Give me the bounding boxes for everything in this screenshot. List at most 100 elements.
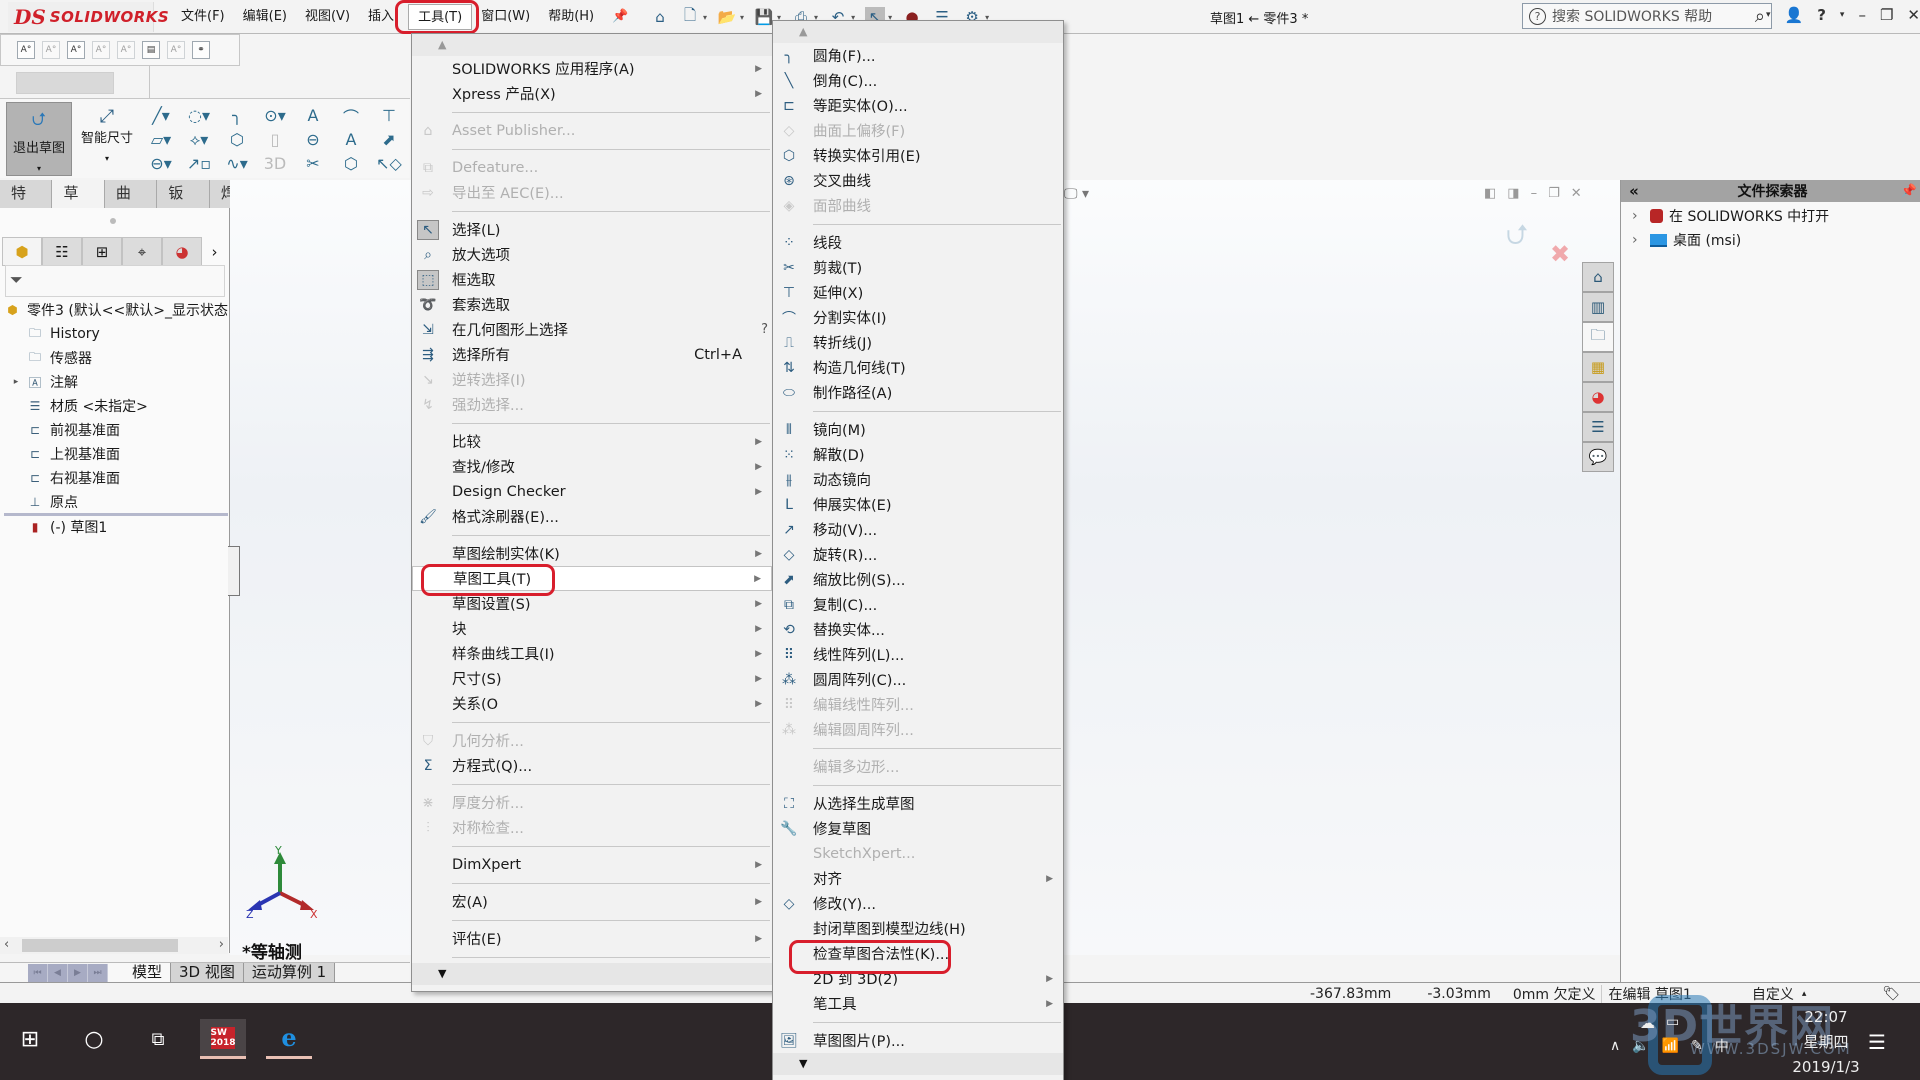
plane-icon[interactable]: ▯ <box>259 128 291 151</box>
scale-entities-icon[interactable]: ⬈ <box>373 128 405 151</box>
polygon-spline-icon[interactable]: ⟡▾ <box>183 128 215 151</box>
menu-scroll-up-icon[interactable]: ▲ <box>412 34 772 56</box>
tree-root-part[interactable]: ⬢ 零件3 (默认<<默认>_显示状态 <box>0 298 228 322</box>
solidworks-logo[interactable]: DS SOLIDWORKS <box>8 2 169 32</box>
layer-dropdown[interactable] <box>16 72 114 94</box>
view-palette-icon[interactable]: ▦ <box>1582 352 1614 382</box>
menu-item-item-25[interactable]: 块 ▶ <box>412 616 772 641</box>
design-library-icon[interactable]: ▥ <box>1582 292 1614 322</box>
panel-collapse-handle[interactable] <box>228 546 240 596</box>
featuremanager-tree-icon[interactable]: ⬢ <box>2 237 42 266</box>
menu-window[interactable]: 窗口(W) <box>472 4 539 30</box>
list-item[interactable]: › 桌面 (msi) <box>1632 228 1829 252</box>
prev-tab-icon[interactable]: ◀ <box>48 963 68 982</box>
menu-item-sketch-picture[interactable]: 🖼 草图图片(P)... <box>773 1028 1063 1053</box>
display-style-icon[interactable]: 🖵 ▾ <box>1064 186 1089 202</box>
chevron-down-icon[interactable]: ▾ <box>7 164 71 173</box>
chevron-down-icon[interactable]: ▾ <box>76 154 138 163</box>
menu-item-item-0[interactable]: SOLIDWORKS 应用程序(A) ▶ <box>412 56 772 81</box>
menu-scroll-up-icon[interactable]: ▲ <box>773 21 1063 43</box>
chevron-up-icon[interactable]: ∧ <box>1610 1038 1620 1054</box>
menu-item-lasso-select[interactable]: ➰ 套索选取 <box>412 292 772 317</box>
text-icon[interactable]: A <box>297 104 329 127</box>
collapse-panel-icon[interactable]: « <box>1621 182 1647 200</box>
text-outline-icon[interactable]: A <box>335 128 367 151</box>
menu-item-edit-circular-pattern[interactable]: ⁂ 编辑圆周阵列... <box>773 717 1063 742</box>
menu-item-trim[interactable]: ✂ 剪裁(T) <box>773 255 1063 280</box>
menu-item-item-1[interactable]: Xpress 产品(X) ▶ <box>412 81 772 106</box>
menu-item-construction-geometry[interactable]: ⇅ 构造几何线(T) <box>773 355 1063 380</box>
scroll-left-icon[interactable]: ‹ <box>4 937 9 952</box>
menu-item-modify-sketch[interactable]: ◇ 修改(Y)... <box>773 891 1063 916</box>
menu-item-stretch-entities[interactable]: L 伸展实体(E) <box>773 492 1063 517</box>
scroll-right-icon[interactable]: › <box>219 937 224 952</box>
network-icon[interactable]: 📶 <box>1662 1038 1679 1054</box>
tab-surfaces[interactable]: 曲面 <box>104 180 158 228</box>
tab-sketch[interactable]: 草图 <box>52 180 105 228</box>
menu-item-replace-entity[interactable]: ⟲ 替换实体... <box>773 617 1063 642</box>
sketch-fillet-icon[interactable]: ╮ <box>221 104 253 127</box>
taskbar-app-edge[interactable]: e <box>266 1019 312 1059</box>
tree-node-front-plane[interactable]: ⊏ 前视基准面 <box>0 418 228 442</box>
menu-item-format-painter[interactable]: 🖌 格式涂刷器(E)... <box>412 504 772 529</box>
help-search-field[interactable]: ? 搜索 SOLIDWORKS 帮助 ⌕ <box>1522 3 1772 29</box>
home-icon[interactable]: ⌂ <box>650 7 670 27</box>
tree-node-right-plane[interactable]: ⊏ 右视基准面 <box>0 466 228 490</box>
next-tab-icon[interactable]: ▶ <box>68 963 88 982</box>
ellipse-icon[interactable]: ⊙▾ <box>259 104 291 127</box>
menu-item-make-path[interactable]: ⬭ 制作路径(A) <box>773 380 1063 405</box>
cortana-search-icon[interactable]: ○ <box>72 1015 116 1063</box>
viewport-next-icon[interactable]: ◨ <box>1507 186 1519 201</box>
chevron-down-icon[interactable]: ▾ <box>703 13 707 22</box>
menu-item-item-28[interactable]: 关系(O ▶ <box>412 691 772 716</box>
move-entities-icon[interactable]: ↗▫ <box>183 152 215 175</box>
menu-tools[interactable]: 工具(T) <box>408 4 473 30</box>
tree-node-history[interactable]: 🗀 History <box>0 322 228 346</box>
menu-item-mirror[interactable]: ⫴ 镜向(M) <box>773 417 1063 442</box>
menu-scroll-down-icon[interactable]: ▼ <box>773 1053 1063 1075</box>
menu-scroll-down-icon[interactable]: ▼ <box>412 963 772 985</box>
property-manager-icon[interactable]: ☷ <box>42 237 82 266</box>
battery-icon[interactable]: ▭ <box>1666 1014 1679 1030</box>
ime-indicator[interactable]: 中 <box>1715 1036 1729 1056</box>
menu-item-offset-on-surface[interactable]: ◇ 曲面上偏移(F) <box>773 118 1063 143</box>
expand-caret-icon[interactable]: ▸ <box>10 377 22 387</box>
taskbar-clock[interactable]: 22:07 星期四 2019/1/3 <box>1776 1005 1876 1080</box>
save-notes-icon[interactable]: ▤ <box>142 41 160 59</box>
help-question-icon[interactable]: ? <box>761 322 768 337</box>
dimxpert-manager-icon[interactable]: ⌖ <box>122 237 162 266</box>
menu-item-item-38[interactable]: 检查草图合法性(K)... <box>773 941 1063 966</box>
menu-item-extend[interactable]: ⊤ 延伸(X) <box>773 280 1063 305</box>
chevron-down-icon[interactable]: ▾ <box>1840 10 1845 20</box>
convert-entities-icon[interactable]: ⬡ <box>335 152 367 175</box>
menu-item-face-curves[interactable]: ◈ 面部曲线 <box>773 193 1063 218</box>
tree-node-sensors[interactable]: 🗀 传感器 <box>0 346 228 370</box>
menu-help[interactable]: 帮助(H) <box>539 4 603 30</box>
menu-item-item-37[interactable]: 封闭草图到模型边线(H) <box>773 916 1063 941</box>
menu-item-jog-line[interactable]: ⎍ 转折线(J) <box>773 330 1063 355</box>
restore-icon[interactable]: ❐ <box>1880 6 1893 24</box>
menu-item-geometry-analysis[interactable]: ⛉ 几何分析... <box>412 728 772 753</box>
menu-item-repair-sketch[interactable]: 🔧 修复草图 <box>773 816 1063 841</box>
menu-item-item-24[interactable]: 草图设置(S) ▶ <box>412 591 772 616</box>
menu-item-sketch-fillet[interactable]: ╮ 圆角(F)... <box>773 43 1063 68</box>
solidworks-resources-icon[interactable]: ⌂ <box>1582 262 1614 292</box>
menu-edit[interactable]: 编辑(E) <box>234 4 296 30</box>
rollback-bar[interactable] <box>4 513 228 516</box>
tab-3d-views[interactable]: 3D 视图 <box>171 962 244 983</box>
menu-item-explode[interactable]: ⁙ 解散(D) <box>773 442 1063 467</box>
trim-icon[interactable]: ✂ <box>297 152 329 175</box>
menu-item-asset-publisher[interactable]: ⌂ Asset Publisher... <box>412 118 772 143</box>
minimize-icon[interactable]: – <box>1858 6 1866 24</box>
menu-item-item-27[interactable]: 尺寸(S) ▶ <box>412 666 772 691</box>
menu-item-move-entities[interactable]: ↗ 移动(V)... <box>773 517 1063 542</box>
menu-item-offset-entities[interactable]: ⊏ 等距实体(O)... <box>773 93 1063 118</box>
volume-icon[interactable]: 🔈 <box>1632 1038 1649 1054</box>
menu-item-edit-linear-pattern[interactable]: ⠿ 编辑线性阵列... <box>773 692 1063 717</box>
menu-item-scale-entities[interactable]: ⬈ 缩放比例(S)... <box>773 567 1063 592</box>
viewport-restore-icon[interactable]: ❐ <box>1548 186 1560 201</box>
tree-node-annotations[interactable]: ▸ 🄰 注解 <box>0 370 228 394</box>
menu-item-linear-pattern[interactable]: ⠿ 线性阵列(L)... <box>773 642 1063 667</box>
cancel-sketch-icon[interactable]: ✖ <box>1550 240 1570 268</box>
tab-model[interactable]: 模型 <box>108 962 172 983</box>
